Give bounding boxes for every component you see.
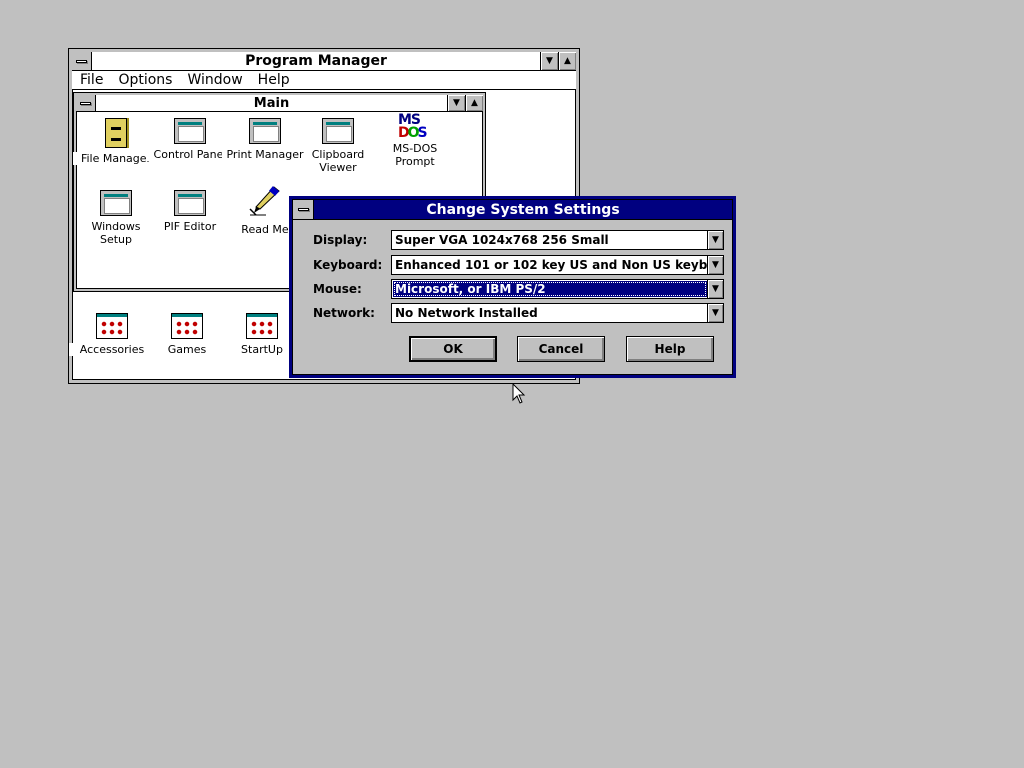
window-icon — [249, 118, 281, 144]
icon-label: Accessories — [69, 343, 155, 356]
display-label: Display: — [313, 233, 368, 247]
icon-label: MS-DOS Prompt — [390, 142, 440, 168]
window-icon — [174, 118, 206, 144]
pen-icon — [249, 186, 280, 216]
keyboard-combobox[interactable]: Enhanced 101 or 102 key US and Non US ke… — [391, 255, 724, 275]
file-cabinet-icon — [105, 118, 127, 148]
program-icon-pif-editor[interactable]: PIF Editor — [147, 190, 233, 233]
icon-label: Clipboard Viewer — [308, 148, 368, 174]
window-icon — [100, 190, 132, 216]
menu-options[interactable]: Options — [110, 71, 179, 89]
menu-file[interactable]: File — [72, 71, 110, 89]
mouse-row: Mouse: Microsoft, or IBM PS/2 ▼ — [313, 279, 724, 299]
mouse-combobox[interactable]: Microsoft, or IBM PS/2 ▼ — [391, 279, 724, 299]
ok-button[interactable]: OK — [409, 336, 497, 362]
group-icon — [171, 313, 203, 339]
maximize-icon[interactable]: ▲ — [465, 95, 483, 111]
program-manager-titlebar[interactable]: Program Manager ▼ ▲ — [72, 52, 576, 71]
mouse-label: Mouse: — [313, 282, 362, 296]
dropdown-arrow-icon[interactable]: ▼ — [707, 280, 723, 298]
msdos-icon: MS DOS — [398, 112, 428, 141]
menu-bar: File Options Window Help — [72, 71, 576, 90]
minimize-icon[interactable]: ▼ — [540, 52, 558, 70]
network-combobox[interactable]: No Network Installed ▼ — [391, 303, 724, 323]
window-icon — [174, 190, 206, 216]
icon-label: Games — [144, 343, 230, 356]
network-value: No Network Installed — [395, 306, 538, 320]
mouse-pointer-icon — [512, 383, 526, 404]
menu-window[interactable]: Window — [179, 71, 249, 89]
keyboard-label: Keyboard: — [313, 258, 383, 272]
display-combobox[interactable]: Super VGA 1024x768 256 Small ▼ — [391, 230, 724, 250]
dialog-titlebar[interactable]: Change System Settings — [293, 200, 732, 220]
dropdown-arrow-icon[interactable]: ▼ — [707, 231, 723, 249]
dropdown-arrow-icon[interactable]: ▼ — [707, 304, 723, 322]
icon-label: Control Panel — [147, 148, 233, 161]
network-label: Network: — [313, 306, 375, 320]
mouse-value: Microsoft, or IBM PS/2 — [393, 281, 707, 297]
control-menu-icon[interactable] — [293, 200, 314, 219]
keyboard-value: Enhanced 101 or 102 key US and Non US ke… — [395, 258, 724, 272]
network-row: Network: No Network Installed ▼ — [313, 303, 724, 323]
minimize-icon[interactable]: ▼ — [447, 95, 465, 111]
control-menu-icon[interactable] — [76, 95, 96, 111]
dialog-body: Change System Settings Display: Super VG… — [292, 199, 733, 375]
group-icon — [96, 313, 128, 339]
display-value: Super VGA 1024x768 256 Small — [395, 233, 609, 247]
change-system-settings-dialog: Change System Settings Display: Super VG… — [289, 196, 736, 378]
menu-help[interactable]: Help — [250, 71, 297, 89]
window-icon — [322, 118, 354, 144]
cancel-button[interactable]: Cancel — [517, 336, 605, 362]
dropdown-arrow-icon[interactable]: ▼ — [707, 256, 723, 274]
help-button[interactable]: Help — [626, 336, 714, 362]
group-icon — [246, 313, 278, 339]
main-group-titlebar[interactable]: Main ▼ ▲ — [76, 95, 483, 112]
group-title: Main — [253, 96, 290, 111]
window-title: Program Manager — [245, 53, 387, 69]
icon-label: Windows Setup — [86, 220, 146, 246]
program-icon-ms-dos-prompt[interactable]: MS DOS MS-DOS Prompt — [372, 113, 458, 168]
program-icon-clipboard-viewer[interactable]: Clipboard Viewer — [296, 118, 380, 174]
program-icon-control-panel[interactable]: Control Panel — [147, 118, 233, 161]
keyboard-row: Keyboard: Enhanced 101 or 102 key US and… — [313, 255, 724, 275]
display-row: Display: Super VGA 1024x768 256 Small ▼ — [313, 230, 724, 250]
maximize-icon[interactable]: ▲ — [558, 52, 576, 70]
dialog-title: Change System Settings — [314, 200, 732, 219]
icon-label: PIF Editor — [147, 220, 233, 233]
group-icon-games[interactable]: Games — [144, 313, 230, 356]
group-icon-accessories[interactable]: Accessories — [69, 313, 155, 356]
control-menu-icon[interactable] — [72, 52, 92, 70]
